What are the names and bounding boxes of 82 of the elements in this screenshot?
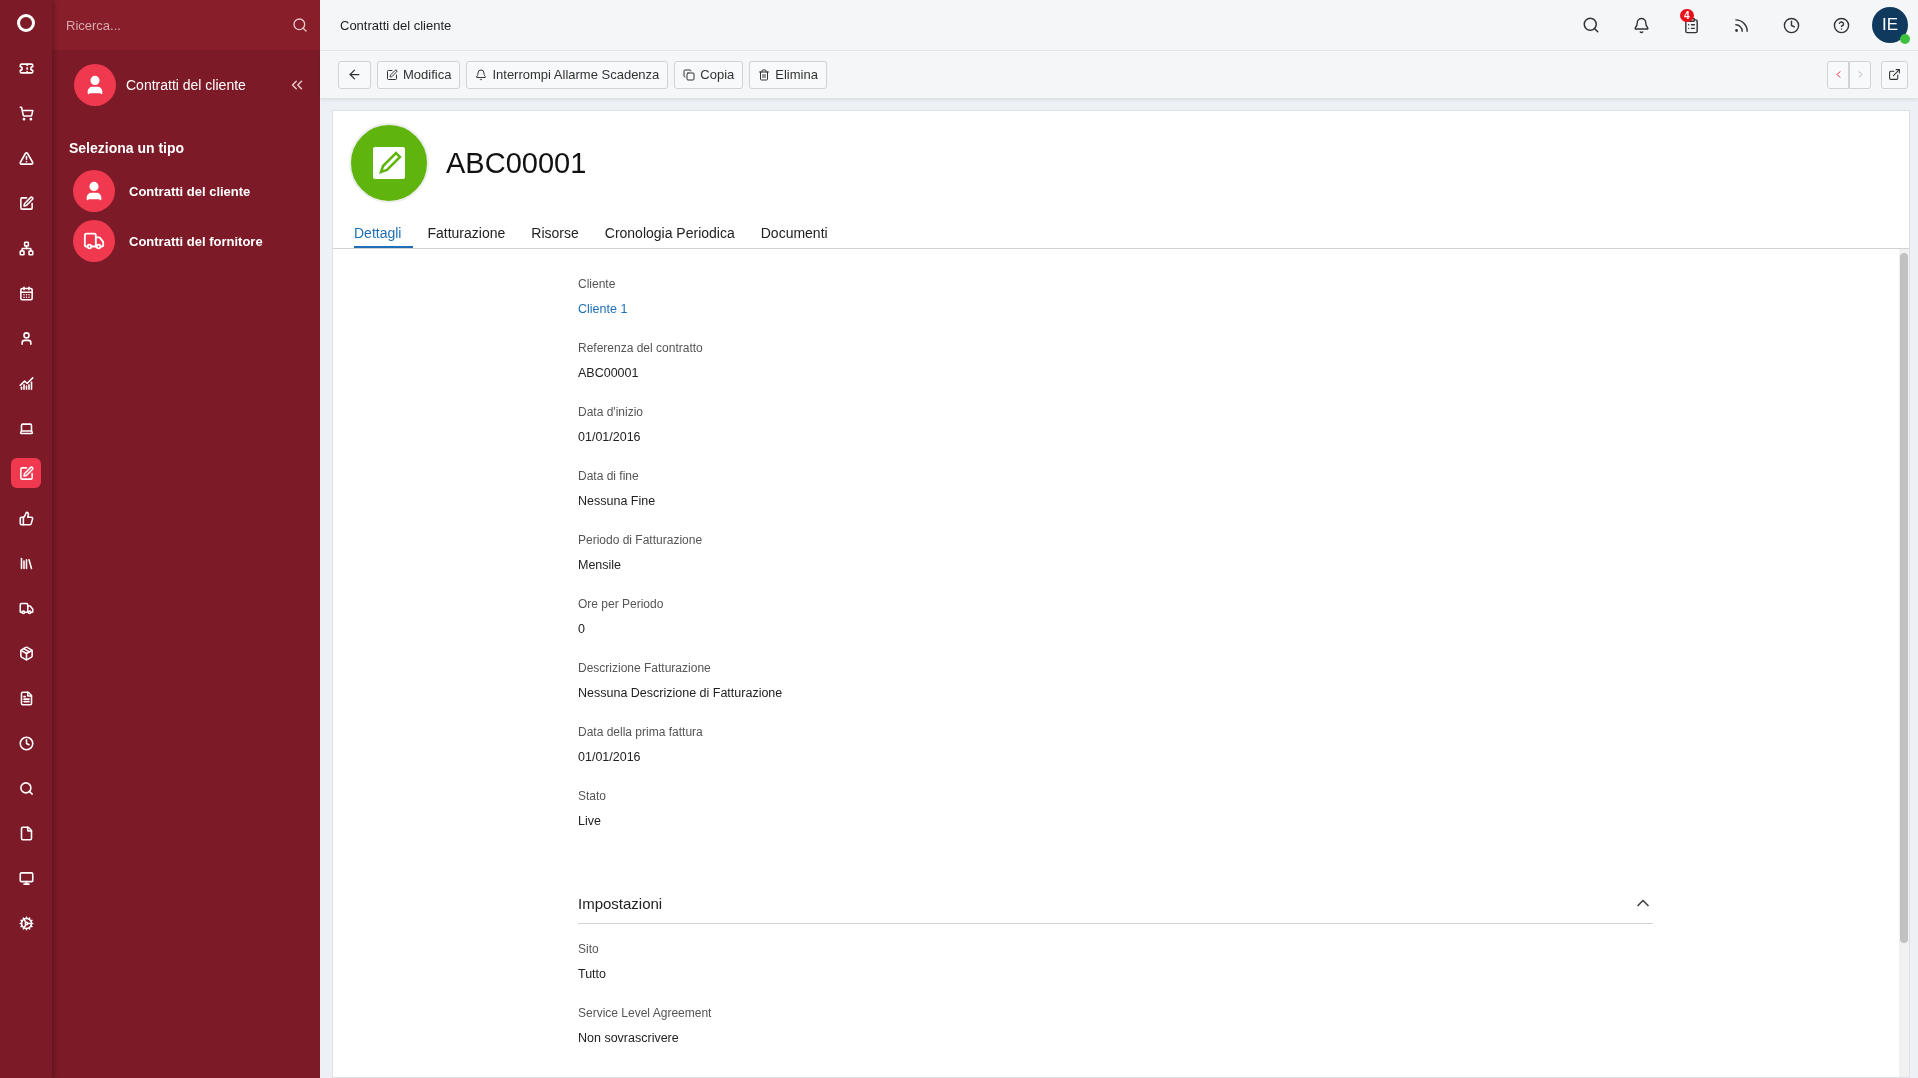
field-value: Mensile xyxy=(578,558,623,572)
edit-icon xyxy=(386,68,398,81)
user-avatar[interactable]: IE xyxy=(1872,7,1908,43)
field-label: Cliente xyxy=(578,277,617,291)
thumbs-up-icon xyxy=(18,510,34,526)
sidebar-title: Contratti del cliente xyxy=(126,77,247,93)
field-value: ABC00001 xyxy=(578,366,640,380)
tab[interactable]: Dettagli xyxy=(354,223,414,248)
monitor-icon xyxy=(18,870,34,886)
clock-icon xyxy=(18,735,34,751)
settings-icon xyxy=(18,915,34,931)
clock-icon[interactable] xyxy=(1782,16,1800,34)
field-value: Non sovrascrivere xyxy=(578,1031,680,1045)
external-link-icon xyxy=(1888,68,1901,81)
cart-icon xyxy=(18,105,34,121)
tab[interactable]: Cronologia Periodica xyxy=(604,223,747,248)
section-title: Seleziona un tipo xyxy=(68,139,186,158)
field-value: 01/01/2016 xyxy=(578,430,642,444)
warning-icon xyxy=(18,150,34,166)
ticket-icon xyxy=(18,60,34,76)
feed-icon[interactable] xyxy=(1732,16,1750,34)
search-icon[interactable] xyxy=(1582,16,1600,34)
hierarchy-icon xyxy=(18,240,34,256)
tab[interactable]: Fatturazione xyxy=(427,223,518,248)
person-badge-icon xyxy=(73,170,115,212)
copy-icon xyxy=(683,68,696,81)
scrollbar-thumb[interactable] xyxy=(1900,253,1908,943)
edit-icon xyxy=(18,195,34,211)
field-value: Nessuna Descrizione di Fatturazione xyxy=(578,686,784,700)
delete-icon xyxy=(758,68,771,81)
back-button[interactable] xyxy=(338,60,371,89)
sidebar-item-label[interactable]: Contratti del cliente xyxy=(129,183,251,199)
field-label: Stato xyxy=(578,789,608,803)
record-title: ABC00001 xyxy=(446,146,587,180)
tab[interactable]: Risorse xyxy=(531,223,591,248)
truck-icon xyxy=(18,600,34,616)
section-heading: Impostazioni xyxy=(578,894,663,912)
field-label: Data d'inizio xyxy=(578,405,644,419)
field-label: Descrizione Fatturazione xyxy=(578,661,712,675)
search-icon xyxy=(18,780,34,796)
sidebar-item[interactable]: Contratti del fornitore xyxy=(52,220,320,270)
field-value: 01/01/2016 xyxy=(578,750,642,764)
person-badge-icon xyxy=(74,64,116,106)
file-icon xyxy=(18,825,34,841)
tab[interactable]: Documenti xyxy=(760,223,840,248)
person-icon xyxy=(18,330,34,346)
truck-badge-icon xyxy=(73,220,115,262)
chart-icon xyxy=(18,375,34,391)
calendar-icon xyxy=(18,285,34,301)
rail-button[interactable] xyxy=(11,458,41,488)
toolbar-button[interactable]: Interrompi Allarme Scadenza xyxy=(466,60,669,89)
help-icon[interactable] xyxy=(1832,16,1850,34)
field-value: 0 xyxy=(578,622,586,636)
notification-badge: 4 xyxy=(1680,9,1694,22)
field-label: Data della prima fattura xyxy=(578,725,704,739)
breadcrumb: Contratti del cliente xyxy=(340,17,453,33)
logo-icon xyxy=(17,14,35,32)
field-label: Service Level Agreement xyxy=(578,1006,713,1020)
search-field[interactable]: Ricerca... xyxy=(52,0,320,50)
search-icon[interactable] xyxy=(292,17,308,33)
box-icon xyxy=(18,645,34,661)
contract-icon xyxy=(18,465,34,481)
field-label: Periodo di Fatturazione xyxy=(578,533,704,547)
field-label: Data di fine xyxy=(578,469,640,483)
field-link[interactable]: Cliente 1 xyxy=(578,302,1899,316)
toolbar-button[interactable]: Copia xyxy=(674,60,744,89)
document-icon xyxy=(18,690,34,706)
laptop-icon xyxy=(18,420,34,436)
field-value: Nessuna Fine xyxy=(578,494,657,508)
field-label: Ore per Periodo xyxy=(578,597,665,611)
sidebar-item[interactable]: Contratti del cliente xyxy=(52,170,320,220)
bell-icon xyxy=(475,68,488,81)
field-label: Sito xyxy=(578,942,600,956)
sidebar-item-label[interactable]: Contratti del fornitore xyxy=(129,233,263,249)
books-icon xyxy=(18,555,34,571)
toolbar-button[interactable]: Modifica xyxy=(377,60,461,89)
field-label: Referenza del contratto xyxy=(578,341,704,355)
open-external-button[interactable] xyxy=(1881,60,1908,89)
toolbar-button[interactable]: Elimina xyxy=(749,60,827,89)
field-value: Live xyxy=(578,814,602,828)
field-value: Tutto xyxy=(578,967,608,981)
bell-icon[interactable] xyxy=(1632,16,1650,34)
